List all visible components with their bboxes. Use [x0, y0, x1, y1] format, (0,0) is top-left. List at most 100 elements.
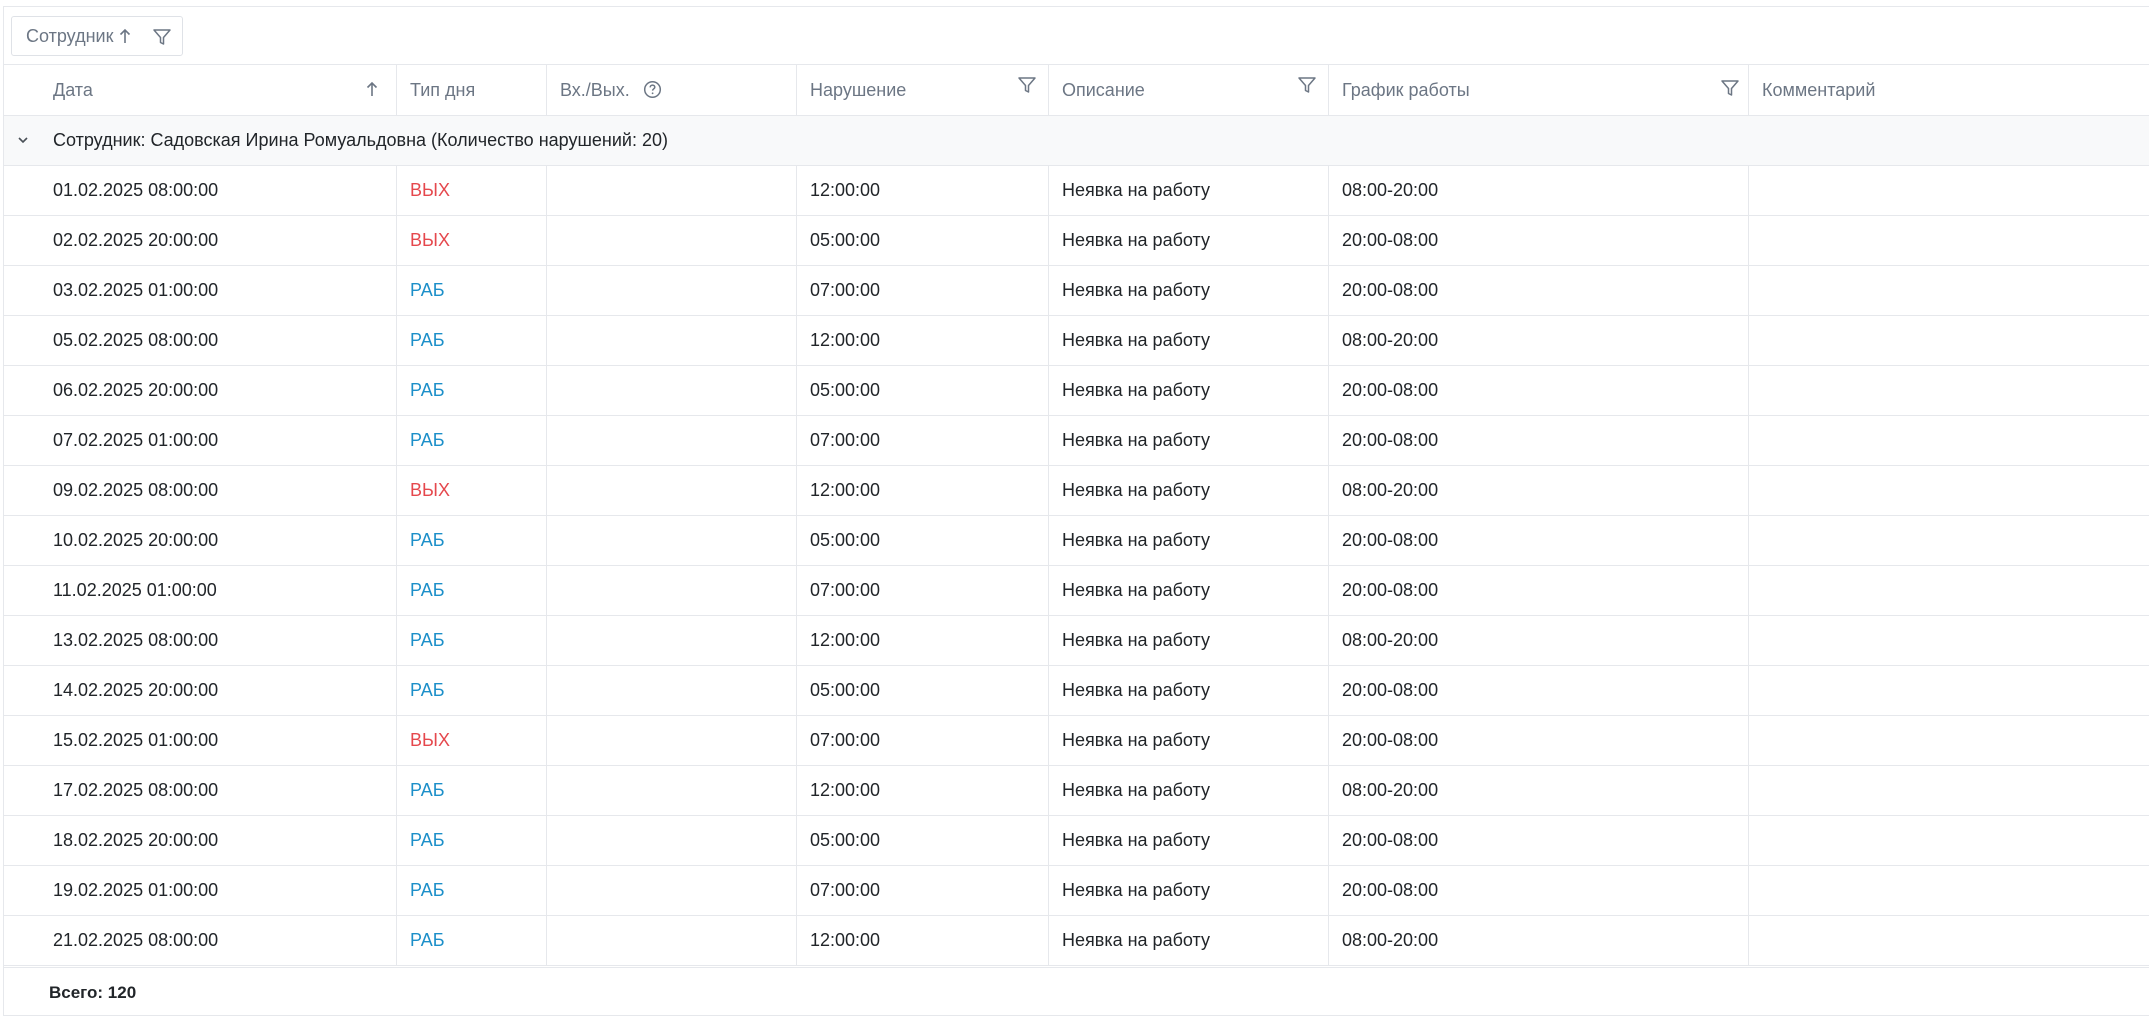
cell-date[interactable]: 02.02.2025 20:00:00 [4, 216, 397, 265]
cell-inout[interactable] [547, 916, 797, 965]
cell-description[interactable]: Неявка на работу [1049, 266, 1329, 315]
cell-inout[interactable] [547, 716, 797, 765]
cell-violation[interactable]: 12:00:00 [797, 316, 1049, 365]
cell-comment[interactable] [1749, 616, 2149, 665]
table-row[interactable]: 11.02.2025 01:00:00 РАБ 07:00:00 Неявка на … [4, 566, 2149, 616]
cell-comment[interactable] [1749, 166, 2149, 215]
table-row[interactable]: 10.02.2025 20:00:00 РАБ 05:00:00 Неявка на … [4, 516, 2149, 566]
cell-day-type[interactable]: РАБ [397, 566, 547, 615]
cell-schedule[interactable]: 08:00-20:00 [1329, 466, 1749, 515]
help-circle-icon[interactable] [643, 80, 662, 99]
cell-day-type[interactable]: ВЫХ [397, 716, 547, 765]
table-row[interactable]: 15.02.2025 01:00:00 ВЫХ 07:00:00 Неявка на … [4, 716, 2149, 766]
table-row[interactable]: 05.02.2025 08:00:00 РАБ 12:00:00 Неявка на … [4, 316, 2149, 366]
cell-date[interactable]: 15.02.2025 01:00:00 [4, 716, 397, 765]
cell-schedule[interactable]: 08:00-20:00 [1329, 766, 1749, 815]
cell-violation[interactable]: 05:00:00 [797, 516, 1049, 565]
cell-date[interactable]: 09.02.2025 08:00:00 [4, 466, 397, 515]
chevron-down-icon[interactable] [16, 133, 30, 147]
table-row[interactable]: 13.02.2025 08:00:00 РАБ 12:00:00 Неявка на … [4, 616, 2149, 666]
cell-description[interactable]: Неявка на работу [1049, 916, 1329, 965]
cell-day-type[interactable]: РАБ [397, 316, 547, 365]
funnel-icon[interactable] [1297, 75, 1317, 95]
cell-comment[interactable] [1749, 366, 2149, 415]
table-row[interactable]: 21.02.2025 08:00:00 РАБ 12:00:00 Неявка на … [4, 916, 2149, 966]
funnel-icon[interactable] [152, 27, 172, 47]
table-row[interactable]: 09.02.2025 08:00:00 ВЫХ 12:00:00 Неявка на … [4, 466, 2149, 516]
cell-day-type[interactable]: РАБ [397, 866, 547, 915]
cell-schedule[interactable]: 20:00-08:00 [1329, 366, 1749, 415]
cell-violation[interactable]: 07:00:00 [797, 566, 1049, 615]
cell-comment[interactable] [1749, 766, 2149, 815]
cell-comment[interactable] [1749, 666, 2149, 715]
table-row[interactable]: 02.02.2025 20:00:00 ВЫХ 05:00:00 Неявка на … [4, 216, 2149, 266]
column-header-schedule[interactable]: График работы [1329, 65, 1749, 115]
cell-date[interactable]: 05.02.2025 08:00:00 [4, 316, 397, 365]
cell-violation[interactable]: 05:00:00 [797, 816, 1049, 865]
cell-comment[interactable] [1749, 516, 2149, 565]
cell-violation[interactable]: 12:00:00 [797, 766, 1049, 815]
cell-date[interactable]: 03.02.2025 01:00:00 [4, 266, 397, 315]
cell-schedule[interactable]: 20:00-08:00 [1329, 416, 1749, 465]
cell-comment[interactable] [1749, 316, 2149, 365]
cell-violation[interactable]: 12:00:00 [797, 916, 1049, 965]
cell-violation[interactable]: 12:00:00 [797, 466, 1049, 515]
cell-schedule[interactable]: 08:00-20:00 [1329, 166, 1749, 215]
cell-date[interactable]: 07.02.2025 01:00:00 [4, 416, 397, 465]
cell-violation[interactable]: 07:00:00 [797, 416, 1049, 465]
cell-violation[interactable]: 12:00:00 [797, 616, 1049, 665]
cell-description[interactable]: Неявка на работу [1049, 166, 1329, 215]
cell-day-type[interactable]: РАБ [397, 366, 547, 415]
funnel-icon[interactable] [1017, 75, 1037, 95]
column-header-violation[interactable]: Нарушение [797, 65, 1049, 115]
cell-schedule[interactable]: 20:00-08:00 [1329, 866, 1749, 915]
cell-description[interactable]: Неявка на работу [1049, 716, 1329, 765]
cell-violation[interactable]: 05:00:00 [797, 216, 1049, 265]
cell-day-type[interactable]: РАБ [397, 766, 547, 815]
cell-inout[interactable] [547, 166, 797, 215]
cell-comment[interactable] [1749, 566, 2149, 615]
cell-inout[interactable] [547, 216, 797, 265]
cell-schedule[interactable]: 20:00-08:00 [1329, 716, 1749, 765]
cell-schedule[interactable]: 20:00-08:00 [1329, 666, 1749, 715]
cell-date[interactable]: 18.02.2025 20:00:00 [4, 816, 397, 865]
cell-day-type[interactable]: РАБ [397, 416, 547, 465]
cell-schedule[interactable]: 20:00-08:00 [1329, 266, 1749, 315]
cell-day-type[interactable]: РАБ [397, 816, 547, 865]
cell-comment[interactable] [1749, 266, 2149, 315]
cell-violation[interactable]: 07:00:00 [797, 716, 1049, 765]
cell-schedule[interactable]: 20:00-08:00 [1329, 816, 1749, 865]
cell-schedule[interactable]: 08:00-20:00 [1329, 316, 1749, 365]
cell-description[interactable]: Неявка на работу [1049, 316, 1329, 365]
cell-day-type[interactable]: РАБ [397, 916, 547, 965]
cell-description[interactable]: Неявка на работу [1049, 366, 1329, 415]
cell-violation[interactable]: 05:00:00 [797, 666, 1049, 715]
cell-date[interactable]: 06.02.2025 20:00:00 [4, 366, 397, 415]
cell-date[interactable]: 21.02.2025 08:00:00 [4, 916, 397, 965]
funnel-icon[interactable] [1720, 78, 1740, 98]
cell-violation[interactable]: 07:00:00 [797, 866, 1049, 915]
cell-description[interactable]: Неявка на работу [1049, 216, 1329, 265]
sort-ascending-icon[interactable] [366, 80, 378, 98]
cell-day-type[interactable]: ВЫХ [397, 466, 547, 515]
table-row[interactable]: 01.02.2025 08:00:00 ВЫХ 12:00:00 Неявка на … [4, 166, 2149, 216]
cell-schedule[interactable]: 20:00-08:00 [1329, 216, 1749, 265]
cell-violation[interactable]: 07:00:00 [797, 266, 1049, 315]
cell-day-type[interactable]: РАБ [397, 516, 547, 565]
cell-schedule[interactable]: 08:00-20:00 [1329, 616, 1749, 665]
cell-inout[interactable] [547, 566, 797, 615]
cell-inout[interactable] [547, 516, 797, 565]
cell-inout[interactable] [547, 316, 797, 365]
column-header-comment[interactable]: Комментарий [1749, 65, 2149, 115]
cell-description[interactable]: Неявка на работу [1049, 416, 1329, 465]
cell-schedule[interactable]: 08:00-20:00 [1329, 916, 1749, 965]
cell-day-type[interactable]: РАБ [397, 266, 547, 315]
cell-description[interactable]: Неявка на работу [1049, 866, 1329, 915]
table-row[interactable]: 19.02.2025 01:00:00 РАБ 07:00:00 Неявка на … [4, 866, 2149, 916]
cell-schedule[interactable]: 20:00-08:00 [1329, 516, 1749, 565]
cell-description[interactable]: Неявка на работу [1049, 566, 1329, 615]
cell-inout[interactable] [547, 816, 797, 865]
column-header-date[interactable]: Дата [4, 65, 397, 115]
table-row[interactable]: 14.02.2025 20:00:00 РАБ 05:00:00 Неявка на … [4, 666, 2149, 716]
cell-comment[interactable] [1749, 416, 2149, 465]
